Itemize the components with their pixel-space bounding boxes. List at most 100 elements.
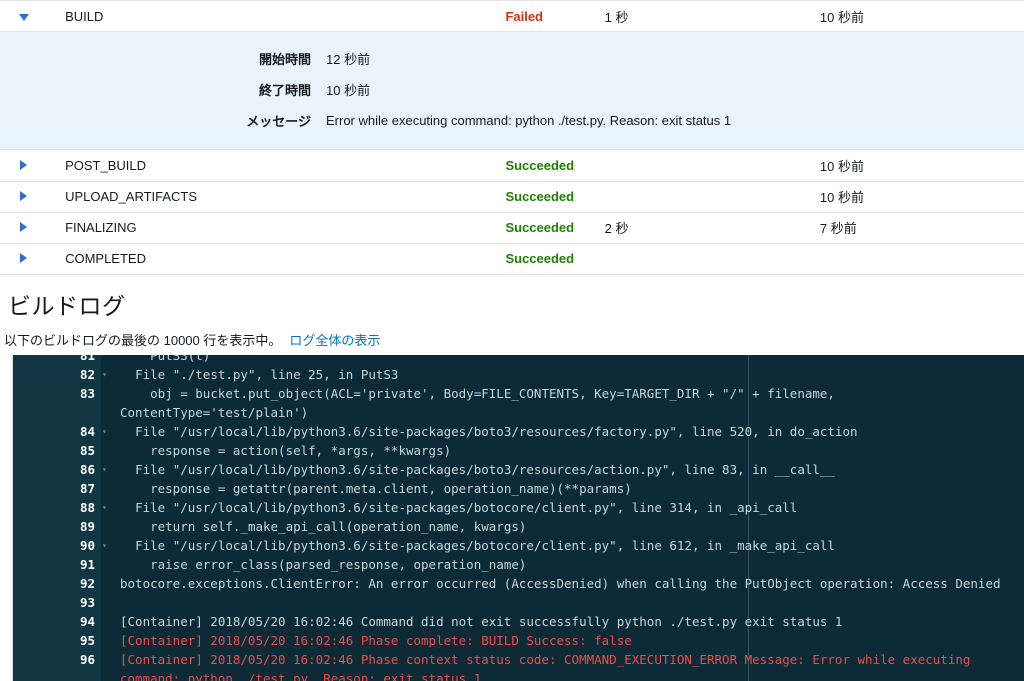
detail-label-end-time: 終了時間: [258, 83, 311, 98]
log-line-number: 92: [79, 575, 95, 591]
build-detail-panel: 開始時間 12 秒前 終了時間 10 秒前 メッセージ Error while execu…: [0, 32, 1024, 150]
status-badge: Failed: [505, 1, 604, 32]
log-line-number: 84: [79, 423, 95, 439]
build-log-subline-text: 以下のビルドログの最後の 10000 行を表示中。: [4, 332, 282, 348]
log-line-number: 81: [79, 354, 95, 363]
view-entire-log-link[interactable]: ログ全体の表示: [289, 333, 380, 348]
log-fold-toggle-icon[interactable]: ▾: [101, 422, 112, 441]
phase-duration: [605, 181, 820, 212]
log-line: 93: [13, 593, 1024, 612]
phase-status-text: Succeeded: [505, 157, 575, 173]
log-line: 83 obj = bucket.put_object(ACL='private'…: [13, 384, 1024, 422]
log-line-number: 87: [79, 480, 95, 496]
phase-expand-toggle[interactable]: [0, 212, 47, 243]
phase-status-text: Succeeded: [505, 251, 575, 266]
log-line: 96 [Container] 2018/05/20 16:02:46 Phase …: [13, 650, 1024, 681]
log-line-number: 89: [79, 518, 95, 534]
log-line-number: 94: [79, 613, 95, 629]
log-line: 87 response = getattr(parent.meta.client…: [13, 479, 1024, 498]
phase-name: BUILD: [65, 8, 104, 24]
phase-completed-ago: 10 秒前: [819, 9, 864, 25]
log-line: 82 ▾ File "./test.py", line 25, in PutS3: [13, 365, 1024, 384]
table-row[interactable]: BUILD Failed 1 秒 10 秒前: [0, 0, 1024, 32]
log-line-text: return self._make_api_call(operation_nam…: [120, 518, 527, 534]
caret-down-icon[interactable]: [18, 13, 29, 21]
detail-label-start-time: 開始時間: [258, 52, 311, 67]
log-line: 90 ▾ File "/usr/local/lib/python3.6/site-…: [13, 536, 1024, 555]
log-fold-toggle-icon[interactable]: ▾: [101, 498, 112, 517]
log-line-text: [Container] 2018/05/20 16:02:46 Phase co…: [120, 651, 978, 681]
status-badge: Succeeded: [505, 243, 604, 274]
table-row[interactable]: POST_BUILD Succeeded 10 秒前: [0, 150, 1024, 181]
phase-table-container: BUILD Failed 1 秒 10 秒前 開始時間 12 秒前 終了時間 10 秒前 メッセ…: [0, 0, 1024, 275]
log-line-number: 96: [79, 651, 95, 667]
detail-field-start-time: 開始時間 12 秒前: [0, 43, 732, 74]
log-line-text: [Container] 2018/05/20 16:02:46 Command …: [120, 613, 843, 629]
phase-duration: 2 秒: [604, 221, 629, 236]
build-log-heading: ビルドログ: [8, 292, 126, 319]
log-line: 84 ▾ File "/usr/local/lib/python3.6/site-…: [13, 422, 1024, 441]
phase-completed-ago: 10 秒前: [819, 158, 864, 174]
phase-completed-ago: [820, 243, 1024, 274]
build-log-console[interactable]: 81 PutS3(t) 82 ▾ File "./test.py", line 25…: [12, 354, 1024, 681]
caret-right-icon[interactable]: [20, 253, 28, 263]
log-line-text: response = getattr(parent.meta.client, o…: [120, 480, 632, 496]
log-line-number: 85: [79, 442, 95, 458]
phase-status-text: Succeeded: [505, 189, 575, 204]
build-log-section: ビルドログ 以下のビルドログの最後の 10000 行を表示中。 ログ全体の表示 8…: [0, 287, 1024, 681]
phase-name: FINALIZING: [65, 220, 137, 235]
build-log-lines: 81 PutS3(t) 82 ▾ File "./test.py", line 25…: [13, 355, 1024, 681]
caret-right-icon[interactable]: [20, 159, 28, 170]
build-log-subline: 以下のビルドログの最後の 10000 行を表示中。 ログ全体の表示: [4, 330, 1024, 349]
log-line: 81 PutS3(t): [13, 355, 1024, 365]
log-line-number: 82: [79, 366, 95, 382]
build-phases-table: BUILD Failed 1 秒 10 秒前 開始時間 12 秒前 終了時間 10 秒前 メッセ…: [0, 0, 1024, 275]
phase-completed-ago: 7 秒前: [819, 221, 857, 236]
log-line: 85 response = action(self, *args, **kwar…: [13, 441, 1024, 460]
log-line-number: 93: [79, 594, 95, 610]
log-line-number: 95: [79, 632, 95, 648]
phase-duration: 1 秒: [604, 9, 629, 25]
detail-label-message: メッセージ: [246, 114, 311, 129]
phase-name: UPLOAD_ARTIFACTS: [65, 189, 198, 204]
status-badge: Succeeded: [505, 212, 604, 243]
log-line-number: 83: [79, 385, 95, 401]
log-line: 94 [Container] 2018/05/20 16:02:46 Comman…: [13, 612, 1024, 631]
log-line: 92 botocore.exceptions.ClientError: An er…: [13, 574, 1024, 593]
log-line-text: File "/usr/local/lib/python3.6/site-pack…: [120, 499, 798, 515]
log-fold-toggle-icon[interactable]: ▾: [101, 365, 112, 384]
phase-expand-toggle[interactable]: [0, 1, 47, 32]
phase-status-text: Failed: [505, 8, 544, 24]
log-line-text: PutS3(t): [120, 354, 211, 363]
build-phase-details-page: BUILD Failed 1 秒 10 秒前 開始時間 12 秒前 終了時間 10 秒前 メッセ…: [0, 0, 1024, 681]
table-row[interactable]: COMPLETED Succeeded: [0, 243, 1024, 274]
log-line-text: botocore.exceptions.ClientError: An erro…: [120, 575, 1001, 591]
status-badge: Succeeded: [505, 150, 604, 181]
log-line-number: 90: [79, 537, 95, 553]
log-fold-toggle-icon[interactable]: ▾: [101, 536, 112, 555]
phase-detail-row: 開始時間 12 秒前 終了時間 10 秒前 メッセージ Error while execu…: [0, 32, 1024, 150]
table-row[interactable]: FINALIZING Succeeded 2 秒 7 秒前: [0, 212, 1024, 243]
log-line-text: [Container] 2018/05/20 16:02:46 Phase co…: [120, 632, 632, 648]
log-line-text: raise error_class(parsed_response, opera…: [120, 556, 527, 572]
log-line: 91 raise error_class(parsed_response, op…: [13, 555, 1024, 574]
phase-expand-toggle[interactable]: [0, 150, 47, 181]
log-line-number: 86: [79, 461, 95, 477]
detail-value-message: Error while executing command: python ./…: [326, 113, 732, 128]
log-line: 89 return self._make_api_call(operation_…: [13, 517, 1024, 536]
phase-status-text: Succeeded: [505, 220, 575, 235]
log-line: 88 ▾ File "/usr/local/lib/python3.6/site-…: [13, 498, 1024, 517]
table-row[interactable]: UPLOAD_ARTIFACTS Succeeded 10 秒前: [0, 181, 1024, 212]
build-detail-grid: 開始時間 12 秒前 終了時間 10 秒前 メッセージ Error while execu…: [0, 43, 732, 136]
phase-expand-toggle[interactable]: [0, 243, 47, 274]
phase-name: POST_BUILD: [65, 157, 146, 173]
log-fold-toggle-icon[interactable]: ▾: [101, 460, 112, 479]
phase-completed-ago: 10 秒前: [819, 190, 864, 205]
detail-value-start-time: 12 秒前: [326, 52, 371, 67]
phase-expand-toggle[interactable]: [0, 181, 47, 212]
detail-field-message: メッセージ Error while executing command: pyth…: [0, 105, 732, 136]
caret-right-icon[interactable]: [20, 222, 28, 232]
caret-right-icon[interactable]: [20, 191, 28, 201]
phase-name: COMPLETED: [65, 251, 146, 266]
log-line-number: 88: [79, 499, 95, 515]
